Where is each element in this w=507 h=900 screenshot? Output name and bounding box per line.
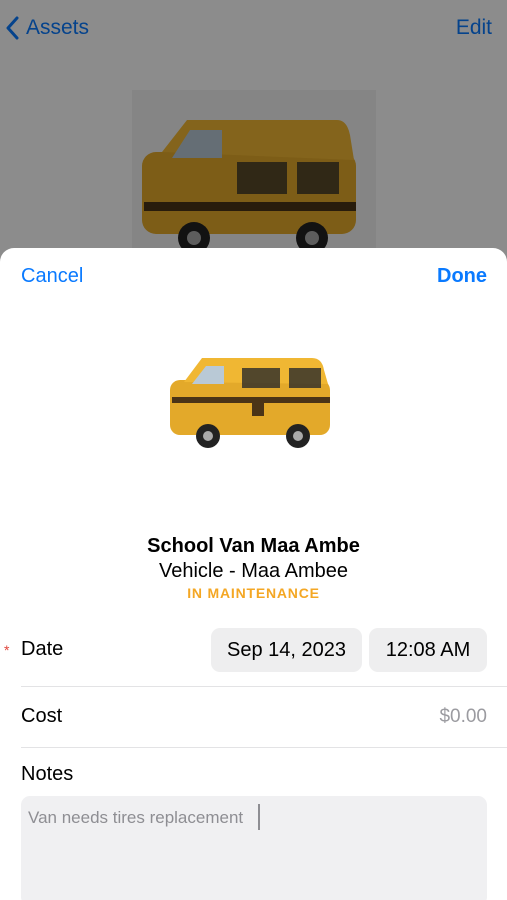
required-indicator: *	[4, 642, 10, 658]
status-badge: IN MAINTENANCE	[187, 585, 320, 601]
cost-label: Cost	[21, 705, 63, 727]
date-label: Date	[21, 638, 64, 660]
divider	[21, 686, 507, 687]
cost-input[interactable]: $0.00	[439, 706, 487, 728]
notes-textarea[interactable]: Van needs tires replacement	[21, 796, 487, 900]
asset-photo	[162, 344, 342, 456]
date-row: * Date Sep 14, 2023 12:08 AM	[0, 628, 507, 674]
notes-text: Van needs tires replacement	[28, 808, 244, 827]
asset-name: School Van Maa Ambe	[147, 535, 360, 557]
time-picker-button[interactable]: 12:08 AM	[369, 628, 487, 672]
divider	[21, 747, 507, 748]
cancel-button[interactable]: Cancel	[21, 264, 83, 288]
school-van-icon	[170, 358, 330, 448]
asset-subtitle: Vehicle - Maa Ambee	[159, 560, 348, 582]
date-picker-button[interactable]: Sep 14, 2023	[211, 628, 362, 672]
text-caret	[258, 804, 260, 830]
notes-label: Notes	[21, 763, 74, 785]
edit-sheet: Cancel Done School Van Maa Ambe Vehicle …	[0, 248, 507, 900]
done-button[interactable]: Done	[437, 264, 487, 288]
